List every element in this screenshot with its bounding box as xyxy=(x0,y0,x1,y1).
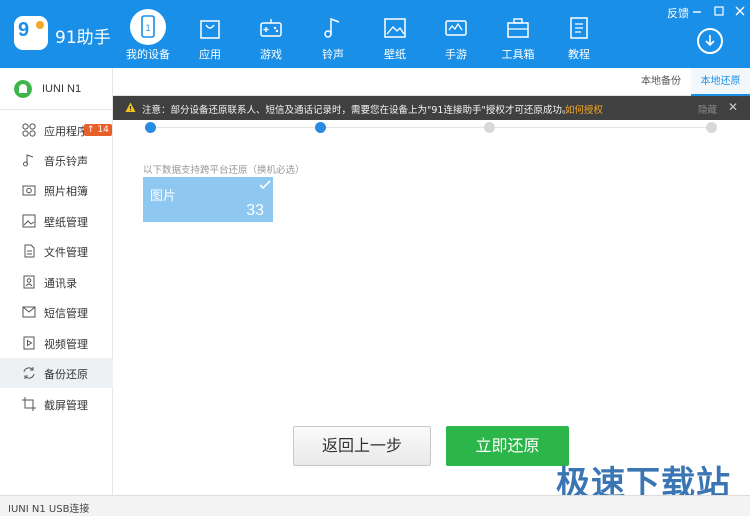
top-header: 9 91助手 1 我的设备 应用 游戏 铃声 壁纸 手游 工具箱 教程 反馈 xyxy=(0,0,750,68)
sidebar-item-sms[interactable]: 短信管理 xyxy=(0,297,113,327)
nav-label: 壁纸 xyxy=(384,48,406,61)
sidebar-item-label: 视频管理 xyxy=(44,338,88,351)
download-arrow-icon xyxy=(705,35,715,47)
checkmark-icon[interactable] xyxy=(257,177,273,193)
maximize-icon[interactable] xyxy=(712,4,726,18)
card-count: 33 xyxy=(246,202,264,219)
logo-mark: 9 xyxy=(18,19,29,41)
status-bar: IUNI N1 USB连接 xyxy=(0,495,750,516)
close-notice-icon[interactable]: ✕ xyxy=(728,100,738,114)
warning-icon xyxy=(125,102,136,112)
sidebar-item-label: 短信管理 xyxy=(44,307,88,320)
camera-icon xyxy=(22,185,36,196)
sidebar-item-wallpaper[interactable]: 壁纸管理 xyxy=(0,206,113,236)
nav-label: 手游 xyxy=(445,48,467,61)
nav-my-device[interactable]: 1 我的设备 xyxy=(118,0,178,68)
minimize-icon[interactable] xyxy=(690,4,704,18)
nav-apps[interactable]: 应用 xyxy=(180,0,240,68)
nav-label: 应用 xyxy=(199,48,221,61)
step-progress-line xyxy=(150,127,712,128)
nav-label: 工具箱 xyxy=(501,48,535,61)
sidebar-item-label: 壁纸管理 xyxy=(44,216,88,229)
close-icon[interactable] xyxy=(733,4,747,18)
sidebar-item-label: 照片相簿 xyxy=(44,185,88,198)
android-icon xyxy=(14,80,32,98)
sidebar-item-label: 截屏管理 xyxy=(44,399,88,412)
sidebar-item-video[interactable]: 视频管理 xyxy=(0,328,113,358)
device-icon: 1 xyxy=(141,15,155,38)
nav-ringtones[interactable]: 铃声 xyxy=(303,0,363,68)
feedback-link[interactable]: 反馈 xyxy=(667,5,689,21)
nav-label: 铃声 xyxy=(322,48,344,61)
nav-label: 教程 xyxy=(568,48,590,61)
tab-local-restore[interactable]: 本地还原 xyxy=(691,68,750,96)
sidebar-item-contacts[interactable]: 通讯录 xyxy=(0,267,113,297)
restore-item-card[interactable]: 图片 33 xyxy=(143,177,273,222)
sidebar-item-label: 应用程序 xyxy=(44,125,88,138)
step-dot-3 xyxy=(484,122,495,133)
document-icon xyxy=(570,17,588,39)
connection-status: IUNI N1 USB连接 xyxy=(8,504,90,515)
music-note-icon xyxy=(324,17,340,38)
hide-notice-link[interactable]: 隐藏 xyxy=(698,102,717,116)
music-icon xyxy=(23,154,34,167)
picture-icon xyxy=(384,18,406,38)
sidebar-item-label: 文件管理 xyxy=(44,246,88,259)
step-dot-4 xyxy=(706,122,717,133)
download-manager-button[interactable] xyxy=(697,28,723,54)
sidebar-item-music[interactable]: 音乐铃声 xyxy=(0,145,113,175)
nav-wallpaper[interactable]: 壁纸 xyxy=(365,0,425,68)
sidebar-item-photos[interactable]: 照片相簿 xyxy=(0,175,113,205)
sidebar-item-label: 备份还原 xyxy=(44,368,88,381)
how-to-authorize-link[interactable]: 如何授权 xyxy=(565,102,603,116)
backup-tabs: 本地备份 本地还原 xyxy=(113,68,750,96)
sidebar-item-screenshots[interactable]: 截屏管理 xyxy=(0,389,113,419)
restore-now-button[interactable]: 立即还原 xyxy=(446,426,569,466)
app-name: 91助手 xyxy=(55,28,111,48)
bag-icon xyxy=(200,20,220,39)
tab-local-backup[interactable]: 本地备份 xyxy=(633,68,689,96)
game-console-icon xyxy=(445,20,467,36)
device-name: IUNI N1 xyxy=(42,83,82,95)
apps-grid-icon xyxy=(22,123,36,137)
wallpaper-icon xyxy=(22,214,36,228)
sms-icon xyxy=(22,306,36,318)
nav-mobile-games[interactable]: 手游 xyxy=(426,0,486,68)
sidebar-item-label: 通讯录 xyxy=(44,277,77,290)
nav-label: 我的设备 xyxy=(126,48,170,61)
video-icon xyxy=(23,336,35,350)
update-badge: ↑ 14 xyxy=(84,124,112,136)
sidebar: IUNI N1 应用程序 ↑ 14 音乐铃声 照片相簿 壁纸管理 文件管理 通讯… xyxy=(0,68,113,495)
sidebar-item-files[interactable]: 文件管理 xyxy=(0,236,113,266)
back-button[interactable]: 返回上一步 xyxy=(293,426,431,466)
app-logo[interactable]: 9 xyxy=(14,16,48,50)
badge-count: 14 xyxy=(97,125,109,135)
crop-icon xyxy=(22,397,36,411)
section-title: 以下数据支持跨平台还原（换机必选） xyxy=(143,165,305,176)
sync-icon xyxy=(23,367,35,379)
notice-bar: 注意：部分设备还原联系人、短信及通话记录时，需要您在设备上为"91连接助手"授权… xyxy=(113,96,750,120)
device-selector[interactable]: IUNI N1 xyxy=(0,68,113,110)
step-dot-1 xyxy=(145,122,156,133)
nav-games[interactable]: 游戏 xyxy=(241,0,301,68)
sidebar-item-apps[interactable]: 应用程序 ↑ 14 xyxy=(0,115,113,145)
svg-text:1: 1 xyxy=(145,23,150,33)
folder-icon xyxy=(24,244,35,258)
card-label: 图片 xyxy=(150,189,177,204)
nav-toolbox[interactable]: 工具箱 xyxy=(488,0,548,68)
notice-text: 注意：部分设备还原联系人、短信及通话记录时，需要您在设备上为"91连接助手"授权… xyxy=(142,105,572,116)
contacts-icon xyxy=(23,275,35,289)
sidebar-item-backup-restore[interactable]: 备份还原 xyxy=(0,358,113,388)
nav-label: 游戏 xyxy=(260,48,282,61)
gamepad-icon xyxy=(260,19,282,37)
sidebar-item-label: 音乐铃声 xyxy=(44,155,88,168)
step-dot-2 xyxy=(315,122,326,133)
toolbox-icon xyxy=(507,18,529,38)
nav-tutorials[interactable]: 教程 xyxy=(549,0,609,68)
logo-dot xyxy=(36,21,44,29)
